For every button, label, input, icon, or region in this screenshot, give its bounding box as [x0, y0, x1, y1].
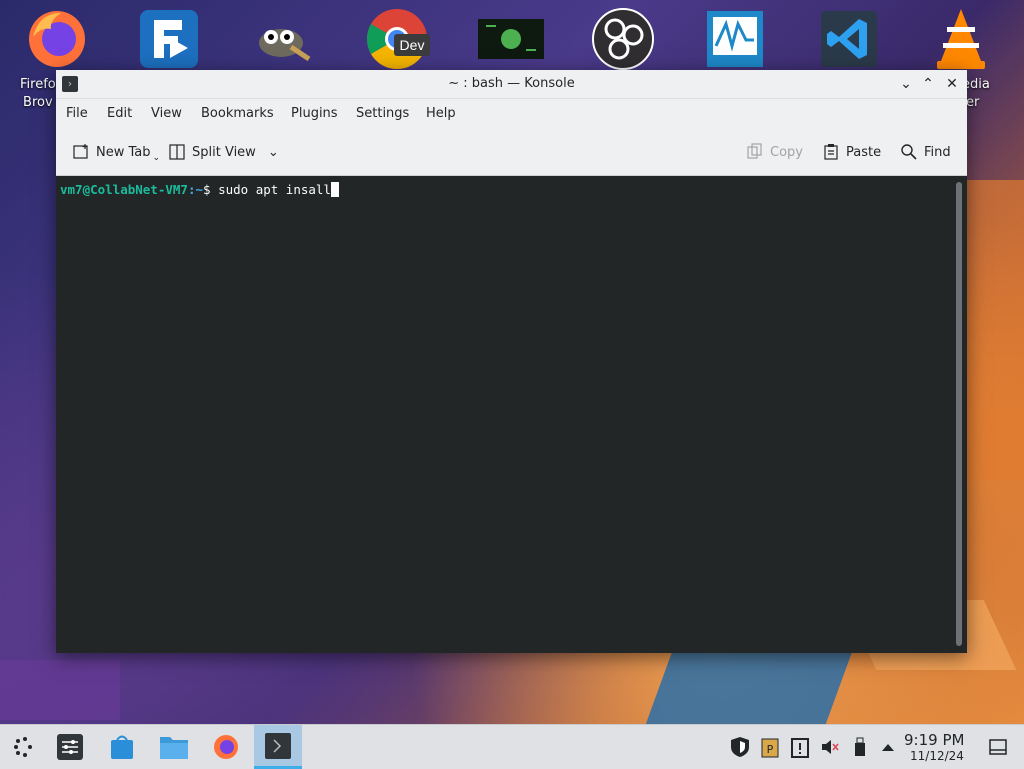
konsole-window: › ~ : bash — Konsole ⌄ ⌃ ✕ File Edit Vie… [56, 70, 967, 653]
text-cursor [330, 182, 339, 197]
menu-view[interactable]: View [151, 106, 182, 121]
new-tab-dropdown-icon[interactable]: ⌄ [153, 153, 161, 163]
new-tab-icon [73, 144, 88, 159]
desktop-label-firefox[interactable]: Firefo Brov [20, 76, 56, 112]
menu-bar: File Edit View Bookmarks Plugins Setting… [56, 99, 967, 129]
obs-icon[interactable] [588, 6, 658, 72]
wireshark-monitor-icon[interactable] [700, 6, 770, 72]
prompt-user-host: vm7@CollabNet-VM7 [60, 182, 188, 197]
window-title: ~ : bash — Konsole [448, 76, 575, 91]
wallpaper-shape [643, 640, 857, 730]
prompt-path: :~ [187, 182, 203, 197]
file-manager-icon[interactable] [150, 725, 198, 769]
paste-icon [824, 144, 838, 160]
firefox-icon[interactable] [22, 6, 92, 72]
clock-time[interactable]: 9:19 PM [904, 731, 964, 749]
find-button[interactable]: Find [900, 142, 951, 162]
mint-terminal-icon[interactable] [476, 6, 546, 72]
show-desktop-icon[interactable] [986, 735, 1010, 759]
volume-muted-icon[interactable] [818, 735, 842, 759]
gimp-icon[interactable] [248, 6, 318, 72]
freefilesync-icon[interactable] [134, 6, 204, 72]
prompt-dollar: $ [203, 182, 219, 197]
copy-icon [747, 143, 762, 159]
maximize-icon[interactable]: ⌃ [918, 74, 938, 94]
discover-store-icon[interactable] [98, 725, 146, 769]
notification-icon[interactable] [788, 735, 812, 759]
taskbar: P 9:19 PM 11/12/24 [0, 724, 1024, 769]
menu-file[interactable]: File [66, 106, 88, 121]
paste-label: Paste [846, 144, 882, 160]
title-bar[interactable]: › ~ : bash — Konsole ⌄ ⌃ ✕ [56, 70, 967, 99]
terminal-prompt-line: vm7@CollabNet-VM7:~$ sudo apt insall [60, 182, 339, 197]
wallpaper-shape [0, 660, 120, 720]
copy-button[interactable]: Copy [746, 142, 803, 162]
application-launcher-icon[interactable] [0, 725, 48, 769]
menu-settings[interactable]: Settings [356, 106, 409, 121]
new-tab-label: New Tab [96, 144, 151, 160]
chrome-dev-badge: Dev [400, 37, 425, 53]
search-icon [901, 144, 917, 160]
find-label: Find [924, 144, 951, 160]
close-icon[interactable]: ✕ [942, 74, 962, 94]
minimize-icon[interactable]: ⌄ [896, 74, 916, 94]
menu-edit[interactable]: Edit [107, 106, 132, 121]
vscode-icon[interactable] [814, 6, 884, 72]
split-view-button[interactable]: Split View ⌄ [168, 142, 279, 162]
split-view-icon [169, 144, 185, 160]
menu-plugins[interactable]: Plugins [291, 106, 338, 121]
clipboard-icon[interactable]: P [758, 735, 782, 759]
vlc-icon[interactable] [926, 6, 996, 72]
clock-date[interactable]: 11/12/24 [910, 749, 964, 763]
toolbar: New Tab ⌄ Split View ⌄ Copy Paste Find [56, 129, 967, 176]
tray-expand-icon[interactable] [876, 735, 900, 759]
menu-bookmarks[interactable]: Bookmarks [201, 106, 274, 121]
new-tab-button[interactable]: New Tab ⌄ [72, 142, 161, 163]
chevron-down-icon[interactable]: ⌄ [268, 145, 279, 160]
system-settings-icon[interactable] [46, 725, 94, 769]
copy-label: Copy [770, 144, 803, 160]
terminal-area[interactable]: vm7@CollabNet-VM7:~$ sudo apt insall [56, 176, 967, 653]
chrome-dev-icon[interactable]: Dev [362, 6, 432, 72]
konsole-taskbar-icon[interactable] [254, 725, 302, 769]
wallpaper-shape [960, 180, 1024, 480]
split-view-label: Split View [192, 144, 256, 160]
shield-icon[interactable] [728, 735, 752, 759]
usb-device-icon[interactable] [848, 735, 872, 759]
paste-button[interactable]: Paste [822, 142, 881, 162]
svg-text:P: P [767, 743, 774, 756]
terminal-command: sudo apt insall [218, 182, 331, 197]
menu-help[interactable]: Help [426, 106, 456, 121]
firefox-taskbar-icon[interactable] [202, 725, 250, 769]
scrollbar[interactable] [956, 182, 962, 646]
